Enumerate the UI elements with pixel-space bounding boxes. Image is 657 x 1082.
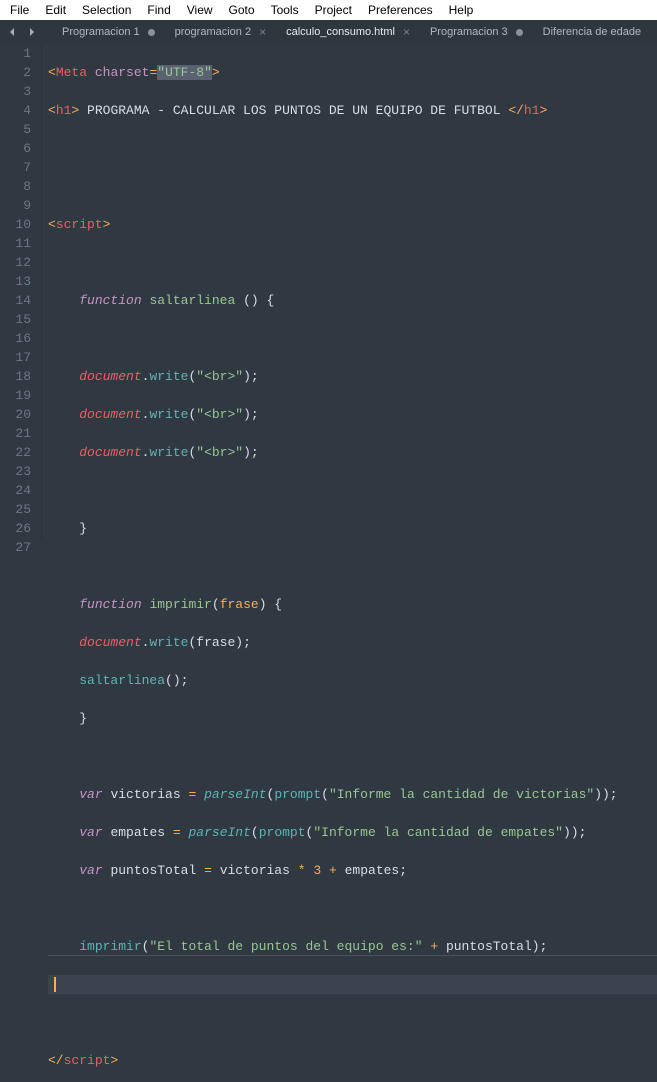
tab-label: Diferencia de edade <box>543 26 641 38</box>
code-area[interactable]: <Meta charset="UTF-8"> <h1> PROGRAMA - C… <box>42 44 657 541</box>
line-number: 15 <box>0 310 31 329</box>
menu-view[interactable]: View <box>179 1 221 19</box>
dirty-dot-icon <box>516 29 523 36</box>
line-number: 17 <box>0 348 31 367</box>
menu-goto[interactable]: Goto <box>221 1 263 19</box>
tab-diferencia-edade[interactable]: Diferencia de edade <box>533 20 651 44</box>
line-number: 10 <box>0 215 31 234</box>
menu-find[interactable]: Find <box>139 1 178 19</box>
tab-programacion-2[interactable]: programacion 2 × <box>165 20 276 44</box>
line-number: 20 <box>0 405 31 424</box>
menu-preferences[interactable]: Preferences <box>360 1 441 19</box>
menu-file[interactable]: File <box>2 1 37 19</box>
line-number: 21 <box>0 424 31 443</box>
menu-edit[interactable]: Edit <box>37 1 74 19</box>
line-number: 23 <box>0 462 31 481</box>
close-icon[interactable]: × <box>259 25 266 39</box>
line-number: 6 <box>0 139 31 158</box>
line-number: 2 <box>0 63 31 82</box>
menu-selection[interactable]: Selection <box>74 1 139 19</box>
line-number: 8 <box>0 177 31 196</box>
tab-programacion-3[interactable]: Programacion 3 <box>420 20 533 44</box>
menu-tools[interactable]: Tools <box>263 1 307 19</box>
line-number: 16 <box>0 329 31 348</box>
line-number: 12 <box>0 253 31 272</box>
line-gutter: 1 2 3 4 5 6 7 8 9 10 11 12 13 14 15 16 1… <box>0 44 42 541</box>
line-number: 5 <box>0 120 31 139</box>
line-number: 1 <box>0 44 31 63</box>
line-number: 19 <box>0 386 31 405</box>
line-number: 7 <box>0 158 31 177</box>
line-number: 3 <box>0 82 31 101</box>
line-number: 26 <box>0 519 31 538</box>
line-number: 13 <box>0 272 31 291</box>
code-editor[interactable]: 1 2 3 4 5 6 7 8 9 10 11 12 13 14 15 16 1… <box>0 44 657 541</box>
line-number: 9 <box>0 196 31 215</box>
line-number: 25 <box>0 500 31 519</box>
menu-help[interactable]: Help <box>441 1 482 19</box>
line-number: 24 <box>0 481 31 500</box>
menu-bar: File Edit Selection Find View Goto Tools… <box>0 0 657 20</box>
line-number: 11 <box>0 234 31 253</box>
dirty-dot-icon <box>148 29 155 36</box>
tab-label: Programacion 3 <box>430 26 508 38</box>
line-number: 14 <box>0 291 31 310</box>
tab-label: programacion 2 <box>175 26 251 38</box>
tab-programacion-1[interactable]: Programacion 1 <box>52 20 165 44</box>
tab-calculo-consumo[interactable]: calculo_consumo.html × <box>276 20 420 44</box>
text-cursor <box>54 977 56 992</box>
line-number: 18 <box>0 367 31 386</box>
close-icon[interactable]: × <box>403 25 410 39</box>
tab-label: calculo_consumo.html <box>286 26 395 38</box>
tab-bar: Programacion 1 programacion 2 × calculo_… <box>0 20 657 44</box>
menu-project[interactable]: Project <box>307 1 360 19</box>
line-number: 22 <box>0 443 31 462</box>
nav-back-icon[interactable] <box>6 25 20 39</box>
tab-label: Programacion 1 <box>62 26 140 38</box>
line-number: 4 <box>0 101 31 120</box>
nav-forward-icon[interactable] <box>24 25 38 39</box>
